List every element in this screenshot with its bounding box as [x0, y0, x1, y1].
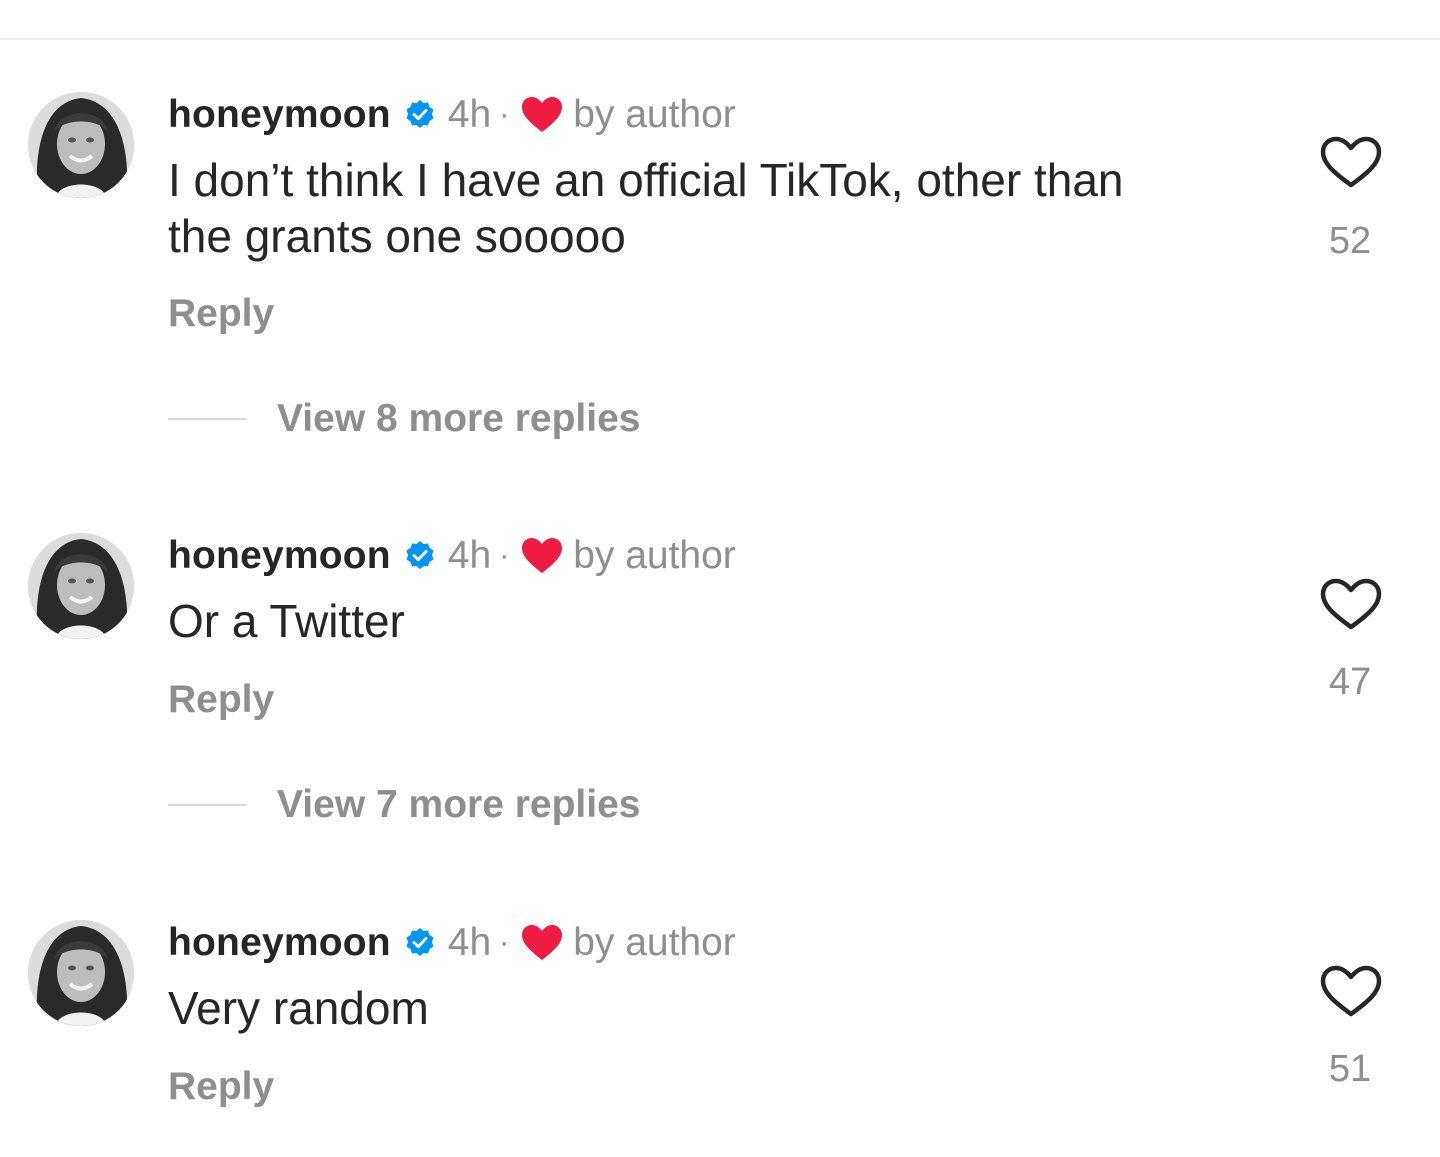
comment-text-line: I don’t think I have an official TikTok,… — [168, 154, 1124, 206]
timestamp: 4h — [447, 534, 492, 577]
avatar[interactable] — [28, 533, 134, 639]
like-button[interactable] — [1318, 576, 1384, 632]
timestamp: 4h — [447, 921, 492, 964]
view-replies-label: View 7 more replies — [277, 783, 641, 826]
like-count: 51 — [1328, 1048, 1372, 1090]
comment-text-line: Very random — [168, 982, 429, 1034]
comment-text-line: the grants one sooooo — [168, 210, 626, 262]
view-replies-label: View 8 more replies — [277, 397, 641, 440]
red-heart-icon — [521, 924, 563, 962]
username[interactable]: honeymoon — [168, 921, 391, 965]
red-heart-icon — [521, 96, 563, 134]
red-heart-icon — [521, 537, 563, 575]
view-replies-button[interactable]: View 8 more replies — [168, 396, 640, 442]
avatar[interactable] — [28, 920, 134, 1026]
like-count: 47 — [1328, 661, 1372, 703]
comment-text: Very random — [168, 980, 1278, 1036]
like-button[interactable] — [1318, 134, 1384, 190]
avatar[interactable] — [28, 92, 134, 198]
comment-text-line: Or a Twitter — [168, 595, 405, 647]
comment-meta: honeymoon 4h · by author — [168, 533, 736, 579]
reply-button[interactable]: Reply — [168, 292, 274, 336]
username[interactable]: honeymoon — [168, 534, 391, 578]
verified-badge-icon — [404, 99, 436, 131]
replies-divider — [168, 418, 246, 420]
separator-dot: · — [499, 539, 510, 572]
comment-text: I don’t think I have an official TikTok,… — [168, 152, 1278, 264]
by-author-tag: by author — [573, 93, 736, 136]
separator-dot: · — [499, 98, 510, 131]
view-replies-button[interactable]: View 7 more replies — [168, 782, 640, 828]
heart-outline-icon — [1320, 136, 1382, 188]
by-author-tag: by author — [573, 921, 736, 964]
like-count: 52 — [1328, 220, 1372, 262]
heart-outline-icon — [1320, 965, 1382, 1017]
replies-divider — [168, 804, 246, 806]
username[interactable]: honeymoon — [168, 93, 391, 137]
reply-button[interactable]: Reply — [168, 1065, 274, 1109]
comment-meta: honeymoon 4h · by author — [168, 920, 736, 966]
comments-panel: honeymoon 4h · by author I don’t think I… — [0, 0, 1440, 1157]
reply-button[interactable]: Reply — [168, 678, 274, 722]
by-author-tag: by author — [573, 534, 736, 577]
separator-dot: · — [499, 926, 510, 959]
comment-meta: honeymoon 4h · by author — [168, 92, 736, 138]
timestamp: 4h — [447, 93, 492, 136]
like-button[interactable] — [1318, 963, 1384, 1019]
verified-badge-icon — [404, 927, 436, 959]
heart-outline-icon — [1320, 578, 1382, 630]
top-divider — [0, 38, 1440, 40]
verified-badge-icon — [404, 540, 436, 572]
comment-text: Or a Twitter — [168, 593, 1278, 649]
